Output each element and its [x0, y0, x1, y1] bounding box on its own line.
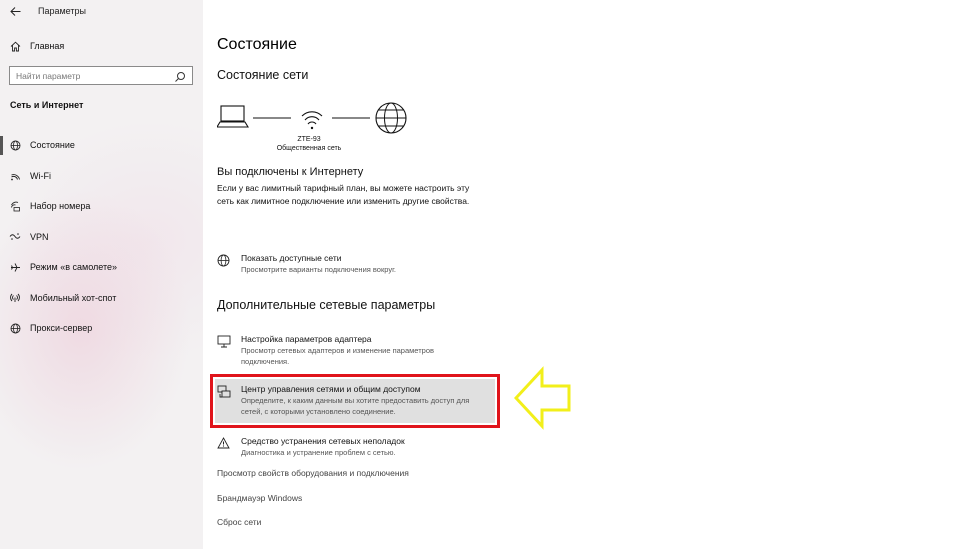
adapter-monitor-icon: [217, 333, 241, 367]
search-box[interactable]: [9, 66, 193, 85]
sharing-center-desc: Определите, к каким данным вы хотите пре…: [241, 396, 470, 405]
title-bar: Параметры: [0, 0, 203, 22]
troubleshooter-link[interactable]: Средство устранения сетевых неполадок Ди…: [217, 435, 405, 458]
sidebar-item-proxy[interactable]: Прокси-сервер: [0, 313, 203, 344]
network-globe-icon: [217, 252, 241, 275]
adapter-settings-desc: Просмотр сетевых адаптеров и изменение п…: [241, 346, 434, 355]
sidebar-item-label: Набор номера: [30, 201, 91, 212]
advanced-settings-heading: Дополнительные сетевые параметры: [217, 298, 436, 312]
globe-icon: [0, 140, 30, 151]
laptop-icon: [217, 105, 249, 128]
page-title: Состояние: [217, 36, 297, 53]
sidebar-item-label: VPN: [30, 231, 49, 242]
network-type-label: Общественная сеть: [276, 145, 342, 152]
network-sharing-icon: [217, 383, 241, 417]
search-input[interactable]: [10, 70, 160, 81]
connected-description: Если у вас лимитный тарифный план, вы мо…: [217, 183, 470, 206]
sidebar-item-hotspot[interactable]: Мобильный хот-спот: [0, 283, 203, 314]
sidebar-item-home[interactable]: Главная: [0, 36, 203, 56]
network-type: Общественная сеть: [277, 145, 342, 152]
show-networks-title: Показать доступные сети: [241, 253, 342, 263]
sharing-center-link[interactable]: Центр управления сетями и общим доступом…: [217, 383, 469, 417]
sidebar-item-label: Мобильный хот-спот: [30, 292, 117, 303]
adapter-settings-link[interactable]: Настройка параметров адаптера Просмотр с…: [217, 333, 434, 367]
troubleshooter-desc: Диагностика и устранение проблем с сетью…: [241, 448, 396, 457]
show-networks-link[interactable]: Показать доступные сети Просмотрите вари…: [217, 252, 396, 275]
warning-triangle-icon: [217, 435, 241, 458]
dialup-icon: [0, 201, 30, 212]
network-reset-link[interactable]: Сброс сети: [217, 517, 261, 527]
sidebar-item-dialup[interactable]: Набор номера: [0, 191, 203, 222]
wifi-icon: [0, 170, 30, 181]
sidebar-item-label: Главная: [30, 41, 65, 51]
sidebar-item-airplane[interactable]: Режим «в самолете»: [0, 252, 203, 283]
show-networks-desc: Просмотрите варианты подключения вокруг.: [241, 265, 396, 274]
network-ssid: ZTE-93: [297, 136, 321, 143]
adapter-settings-desc: подключения.: [241, 357, 290, 366]
network-status-heading: Состояние сети: [217, 68, 309, 82]
vpn-icon: [0, 231, 30, 242]
troubleshooter-title: Средство устранения сетевых неполадок: [241, 436, 405, 446]
sidebar-nav: Состояние Wi-Fi Набор номера VPN Режим «…: [0, 130, 203, 344]
back-button[interactable]: [0, 0, 30, 22]
window-title: Параметры: [38, 6, 86, 16]
sidebar-item-status[interactable]: Состояние: [0, 130, 203, 161]
search-icon[interactable]: [174, 70, 186, 82]
sharing-center-title: Центр управления сетями и общим доступом: [241, 384, 421, 394]
adapter-settings-title: Настройка параметров адаптера: [241, 334, 372, 344]
windows-firewall-link[interactable]: Брандмауэр Windows: [217, 493, 302, 503]
back-arrow-icon: [9, 6, 20, 16]
sidebar: Параметры Главная Сеть и Интернет: [0, 0, 203, 549]
home-icon: [0, 41, 30, 52]
internet-globe-icon: [375, 102, 407, 134]
sidebar-item-wifi[interactable]: Wi-Fi: [0, 161, 203, 192]
yellow-arrow-icon: [514, 366, 571, 430]
sidebar-section-title: Сеть и Интернет: [10, 100, 84, 110]
main-content: Состояние Состояние сети ZTE-93 Обществе…: [203, 0, 960, 549]
globe-icon: [0, 323, 30, 334]
sidebar-item-label: Wi-Fi: [30, 170, 51, 181]
hotspot-icon: [0, 292, 30, 303]
connected-title: Вы подключены к Интернету: [217, 166, 364, 178]
sidebar-item-vpn[interactable]: VPN: [0, 222, 203, 253]
wifi-signal-icon: [301, 111, 323, 130]
sidebar-item-label: Прокси-сервер: [30, 323, 93, 334]
airplane-icon: [0, 262, 30, 273]
hardware-properties-link[interactable]: Просмотр свойств оборудования и подключе…: [217, 468, 409, 478]
sidebar-item-label: Режим «в самолете»: [30, 262, 118, 273]
sharing-center-desc: сетей, с которыми установлено соединение…: [241, 407, 396, 416]
sidebar-item-label: Состояние: [30, 140, 75, 151]
